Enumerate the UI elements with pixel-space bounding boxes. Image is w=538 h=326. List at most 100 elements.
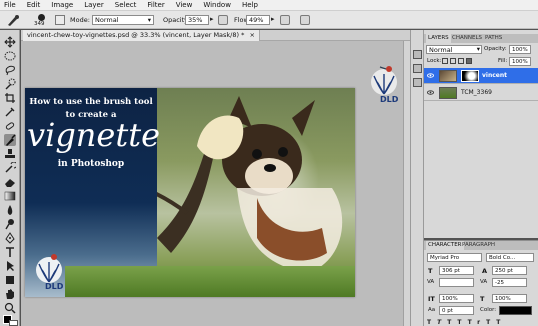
layer-opacity-field[interactable]: 100% xyxy=(509,45,531,54)
lock-transparent-icon[interactable] xyxy=(442,58,448,64)
flow-field[interactable]: 49% xyxy=(246,15,270,25)
tracking-field[interactable]: -25 xyxy=(492,278,527,287)
chevron-down-icon: ▾ xyxy=(476,45,480,53)
blend-mode-value: Normal xyxy=(429,46,453,54)
tab-channels[interactable]: CHANNELS xyxy=(450,34,484,43)
all-caps-icon[interactable]: TT xyxy=(447,319,467,326)
layer-mask-thumbnail[interactable] xyxy=(461,70,479,82)
superscript-icon[interactable]: T xyxy=(486,319,496,326)
healing-brush-tool-icon[interactable] xyxy=(4,120,16,132)
close-icon[interactable]: × xyxy=(249,31,254,39)
lock-image-icon[interactable] xyxy=(450,58,456,64)
info-panel-icon[interactable] xyxy=(413,78,422,87)
menu-help[interactable]: Help xyxy=(242,1,258,9)
opacity-dropdown-icon[interactable]: ▸ xyxy=(210,15,214,23)
menu-image[interactable]: Image xyxy=(51,1,73,9)
tab-character[interactable]: CHARACTER xyxy=(426,241,464,250)
layer-row-tcm[interactable]: TCM_3369 xyxy=(424,85,538,101)
airbrush-icon[interactable] xyxy=(280,15,290,25)
zoom-tool-icon[interactable] xyxy=(4,302,16,314)
brush-preset-picker[interactable]: 349 xyxy=(33,13,51,27)
subscript-icon[interactable]: T xyxy=(496,319,506,326)
blend-mode-select[interactable]: Normal ▾ xyxy=(426,45,482,54)
mode-value: Normal xyxy=(95,16,119,24)
collapsed-panel-dock xyxy=(410,30,424,326)
eyedropper-tool-icon[interactable] xyxy=(4,106,16,118)
menu-select[interactable]: Select xyxy=(115,1,137,9)
mode-select[interactable]: Normal ▾ xyxy=(92,15,154,25)
blur-tool-icon[interactable] xyxy=(4,204,16,216)
font-style-value: Bold Co... xyxy=(489,255,516,261)
navigator-panel-icon[interactable] xyxy=(413,64,422,73)
menu-filter[interactable]: Filter xyxy=(147,1,164,9)
history-brush-tool-icon[interactable] xyxy=(4,161,18,174)
history-panel-icon[interactable] xyxy=(413,50,422,59)
layer-thumbnail xyxy=(439,87,457,99)
lock-position-icon[interactable] xyxy=(458,58,464,64)
move-tool-icon[interactable] xyxy=(4,36,16,48)
baseline-shift-field[interactable]: 0 pt xyxy=(439,306,474,315)
gradient-tool-icon[interactable] xyxy=(4,190,16,202)
color-label: Color: xyxy=(480,307,497,313)
clone-stamp-tool-icon[interactable] xyxy=(4,148,16,160)
vertical-scale-field[interactable]: 100% xyxy=(439,294,474,303)
character-panel-tabs: CHARACTER PARAGRAPH xyxy=(424,241,538,250)
crop-tool-icon[interactable] xyxy=(4,92,16,104)
lock-all-icon[interactable] xyxy=(466,58,472,64)
flow-value: 49% xyxy=(249,16,264,24)
document-canvas[interactable]: How to use the brush tool to create a vi… xyxy=(25,88,355,297)
document-tab[interactable]: vincent-chew-toy-vignettes.psd @ 33.3% (… xyxy=(23,30,260,41)
kerning-field[interactable] xyxy=(439,278,474,287)
hand-tool-icon[interactable] xyxy=(4,288,16,300)
toggle-brush-panel-icon[interactable] xyxy=(55,15,65,25)
opacity-field[interactable]: 35% xyxy=(185,15,209,25)
brush-tool-preset-icon[interactable] xyxy=(6,14,20,26)
leading-field[interactable]: 250 pt xyxy=(492,266,527,275)
font-family-value: Myriad Pro xyxy=(430,255,460,261)
eraser-tool-icon[interactable] xyxy=(4,176,16,188)
document-tab-title: vincent-chew-toy-vignettes.psd @ 33.3% (… xyxy=(27,31,245,39)
dodge-tool-icon[interactable] xyxy=(4,218,16,230)
eye-icon[interactable] xyxy=(427,89,434,96)
pressure-opacity-icon[interactable] xyxy=(218,15,228,25)
menu-edit[interactable]: Edit xyxy=(27,1,41,9)
leading-icon: A xyxy=(482,267,488,275)
menu-view[interactable]: View xyxy=(176,1,193,9)
chevron-down-icon: ▾ xyxy=(147,16,151,24)
quick-select-tool-icon[interactable] xyxy=(4,78,16,90)
layers-panel: LAYERS CHANNELS PATHS Normal ▾ Opacity: … xyxy=(424,30,538,238)
faux-italic-icon[interactable]: T xyxy=(437,319,447,326)
brush-tool-icon[interactable] xyxy=(4,134,16,146)
fill-field[interactable]: 100% xyxy=(509,57,531,66)
lasso-tool-icon[interactable] xyxy=(4,64,16,76)
tab-paragraph[interactable]: PARAGRAPH xyxy=(460,241,497,250)
lock-label: Lock: xyxy=(427,58,442,64)
shape-tool-icon[interactable] xyxy=(4,274,16,286)
marquee-tool-icon[interactable] xyxy=(4,50,16,62)
menu-file[interactable]: File xyxy=(4,1,16,9)
menu-window[interactable]: Window xyxy=(203,1,231,9)
tab-paths[interactable]: PATHS xyxy=(483,34,504,43)
small-caps-icon[interactable]: Tr xyxy=(468,319,486,326)
flow-dropdown-icon[interactable]: ▸ xyxy=(271,15,275,23)
pen-tool-icon[interactable] xyxy=(4,232,16,244)
layer-row-vincent[interactable]: vincent xyxy=(424,68,538,84)
tab-layers[interactable]: LAYERS xyxy=(426,34,451,43)
pressure-size-icon[interactable] xyxy=(300,15,310,25)
text-color-swatch[interactable] xyxy=(499,306,532,315)
font-size-field[interactable]: 306 pt xyxy=(439,266,474,275)
vertical-scrollbar[interactable] xyxy=(403,41,410,326)
logo: DLD xyxy=(364,60,404,108)
horizontal-scale-field[interactable]: 100% xyxy=(492,294,527,303)
path-selection-tool-icon[interactable] xyxy=(4,260,16,272)
background-color-swatch[interactable] xyxy=(9,320,18,326)
type-tool-icon[interactable] xyxy=(4,246,16,258)
font-style-select[interactable]: Bold Co... xyxy=(486,253,534,262)
baseline-shift-icon: Aa xyxy=(428,307,436,313)
eye-icon[interactable] xyxy=(427,72,434,79)
grass xyxy=(65,266,355,297)
tools-panel xyxy=(0,30,20,326)
menu-layer[interactable]: Layer xyxy=(84,1,104,9)
faux-bold-icon[interactable]: T xyxy=(427,319,437,326)
font-family-select[interactable]: Myriad Pro xyxy=(427,253,482,262)
